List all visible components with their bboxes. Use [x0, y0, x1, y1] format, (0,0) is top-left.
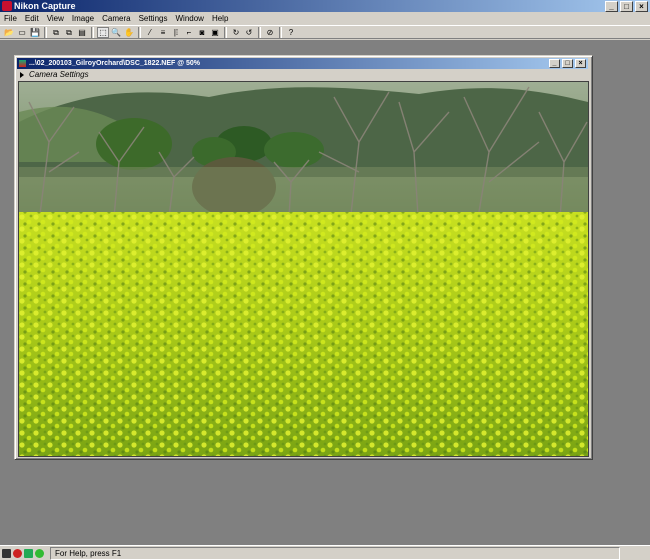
disk-status-icon — [24, 548, 33, 558]
menu-window[interactable]: Window — [171, 14, 207, 23]
menu-camera[interactable]: Camera — [98, 14, 134, 23]
nikon-capture-icon — [2, 1, 12, 11]
photo-canvas[interactable] — [18, 81, 589, 457]
toolbar-separator — [91, 26, 94, 38]
menu-view[interactable]: View — [43, 14, 68, 23]
doc-maximize-button[interactable]: □ — [562, 59, 573, 68]
toolbar-separator — [258, 26, 261, 38]
app-title: Nikon Capture — [14, 1, 76, 11]
maximize-button[interactable]: □ — [620, 1, 633, 12]
expand-triangle-icon — [20, 72, 24, 78]
error-status-icon — [13, 548, 22, 558]
gray-point-icon[interactable]: ⁄ — [144, 27, 156, 38]
nef-file-icon — [19, 60, 26, 67]
toolbar-separator — [138, 26, 141, 38]
color-balance-icon[interactable]: ≡ — [157, 27, 169, 38]
zoom-tool-icon[interactable]: 🔍 — [110, 27, 122, 38]
toolbar: 📂 ▭ 💾 ⧉ ⧉ ▤ ⬚ 🔍 ✋ ⁄ ≡ |⁞ ⌐ ◙ ▣ ↻ ↺ ⊘? — [0, 25, 650, 39]
app-window-buttons: _ □ × — [605, 1, 648, 12]
document-title: ...\02_200103_GilroyOrchard\DSC_1822.NEF… — [29, 60, 201, 67]
menu-edit[interactable]: Edit — [21, 14, 43, 23]
select-tool-icon[interactable]: ⬚ — [97, 26, 109, 38]
crop-icon[interactable]: ⌐ — [183, 27, 195, 38]
paste-special-icon[interactable]: ▤ — [76, 27, 88, 38]
image-info-icon[interactable]: ▣ — [209, 27, 221, 38]
context-help-icon[interactable]: ? — [285, 27, 297, 38]
stop-icon[interactable]: ⊘ — [264, 27, 276, 38]
camera-settings-toggle[interactable]: Camera Settings — [17, 70, 588, 80]
status-text: For Help, press F1 — [50, 546, 620, 560]
menu-settings[interactable]: Settings — [135, 14, 172, 23]
camera-status-icon — [2, 548, 11, 558]
doc-minimize-button[interactable]: _ — [549, 59, 560, 68]
toolbar-separator — [224, 26, 227, 38]
mdi-workspace: ...\02_200103_GilroyOrchard\DSC_1822.NEF… — [0, 40, 650, 545]
document-window: ...\02_200103_GilroyOrchard\DSC_1822.NEF… — [14, 55, 593, 460]
document-window-buttons: _ □ × — [549, 59, 586, 68]
save-icon[interactable]: 💾 — [29, 27, 41, 38]
minimize-button[interactable]: _ — [605, 1, 618, 12]
paste-icon[interactable]: ⧉ — [63, 27, 75, 38]
open-icon[interactable]: 📂 — [3, 27, 15, 38]
menu-image[interactable]: Image — [68, 14, 98, 23]
hand-tool-icon[interactable]: ✋ — [123, 27, 135, 38]
rotate-right-icon[interactable]: ↻ — [230, 27, 242, 38]
document-titlebar[interactable]: ...\02_200103_GilroyOrchard\DSC_1822.NEF… — [17, 58, 588, 69]
browser-icon[interactable]: ▭ — [16, 27, 28, 38]
ok-status-icon — [35, 548, 44, 558]
toolbar-separator — [279, 26, 282, 38]
rotate-left-icon[interactable]: ↺ — [243, 27, 255, 38]
camera-icon[interactable]: ◙ — [196, 27, 208, 38]
status-bar: For Help, press F1 — [0, 545, 650, 560]
menu-help[interactable]: Help — [208, 14, 232, 23]
menu-bar: File Edit View Image Camera Settings Win… — [0, 12, 650, 25]
menu-file[interactable]: File — [0, 14, 21, 23]
copy-icon[interactable]: ⧉ — [50, 27, 62, 38]
orchard-photo — [19, 82, 588, 456]
doc-close-button[interactable]: × — [575, 59, 586, 68]
app-titlebar[interactable]: Nikon Capture _ □ × — [0, 0, 650, 12]
close-button[interactable]: × — [635, 1, 648, 12]
toolbar-separator — [44, 26, 47, 38]
straighten-icon[interactable]: |⁞ — [170, 27, 182, 38]
camera-settings-label: Camera Settings — [29, 70, 89, 79]
